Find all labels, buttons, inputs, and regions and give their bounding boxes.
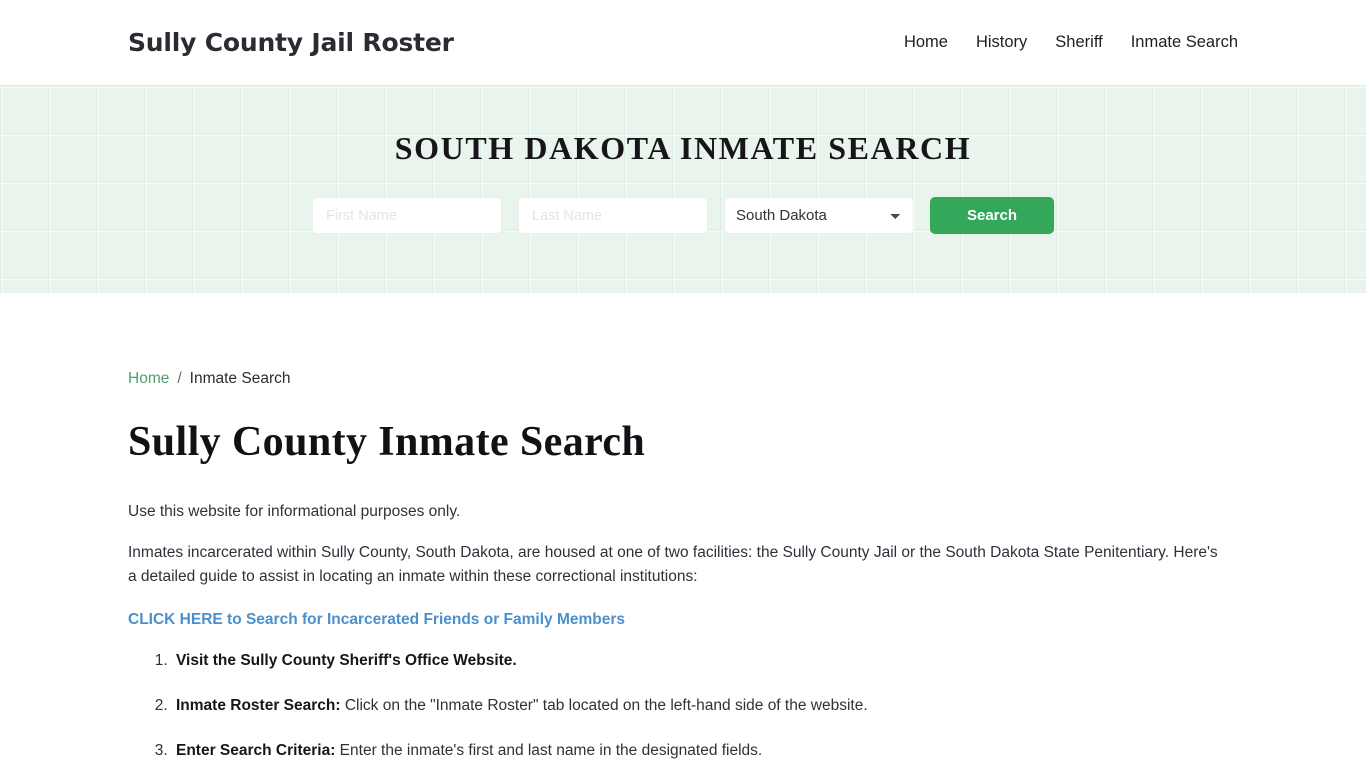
search-button[interactable]: Search (930, 197, 1054, 234)
intro-paragraph: Use this website for informational purpo… (128, 503, 461, 520)
step-label: Inmate Roster Search: (176, 697, 341, 714)
list-item: Enter Search Criteria: Enter the inmate'… (172, 739, 1238, 763)
description-paragraph: Inmates incarcerated within Sully County… (128, 544, 1218, 585)
step-text: Click on the "Inmate Roster" tab located… (340, 697, 868, 714)
nav-item-home[interactable]: Home (904, 33, 948, 52)
hero-search-banner: SOUTH DAKOTA INMATE SEARCH South Dakota … (0, 85, 1366, 293)
nav-item-history[interactable]: History (976, 33, 1027, 52)
hero-title: SOUTH DAKOTA INMATE SEARCH (394, 130, 972, 166)
inmate-search-form: South Dakota Search (312, 197, 1054, 234)
main-content: Home / Inmate Search Sully County Inmate… (0, 293, 1366, 763)
last-name-input[interactable] (518, 197, 708, 234)
list-item: Visit the Sully County Sheriff's Office … (172, 649, 1238, 673)
step-text: Enter the inmate's first and last name i… (335, 742, 763, 759)
main-navigation: Home History Sheriff Inmate Search (904, 33, 1238, 52)
page-title: Sully County Inmate Search (128, 419, 646, 465)
first-name-input[interactable] (312, 197, 502, 234)
nav-item-sheriff[interactable]: Sheriff (1055, 33, 1102, 52)
nav-item-inmate-search[interactable]: Inmate Search (1131, 33, 1238, 52)
breadcrumb: Home / Inmate Search (128, 293, 1238, 388)
breadcrumb-separator: / (177, 370, 182, 387)
instruction-steps-list: Visit the Sully County Sheriff's Office … (128, 649, 1238, 763)
state-select[interactable]: South Dakota (724, 197, 914, 234)
step-label: Enter Search Criteria: (176, 742, 336, 759)
list-item: Inmate Roster Search: Click on the "Inma… (172, 694, 1238, 718)
site-header: Sully County Jail Roster Home History Sh… (0, 0, 1366, 85)
breadcrumb-item-home[interactable]: Home (128, 370, 169, 388)
site-brand-title[interactable]: Sully County Jail Roster (128, 28, 454, 57)
inmate-search-cta-link[interactable]: CLICK HERE to Search for Incarcerated Fr… (128, 611, 625, 629)
breadcrumb-item-current: Inmate Search (189, 370, 291, 387)
step-label: Visit the Sully County Sheriff's Office … (176, 652, 517, 669)
